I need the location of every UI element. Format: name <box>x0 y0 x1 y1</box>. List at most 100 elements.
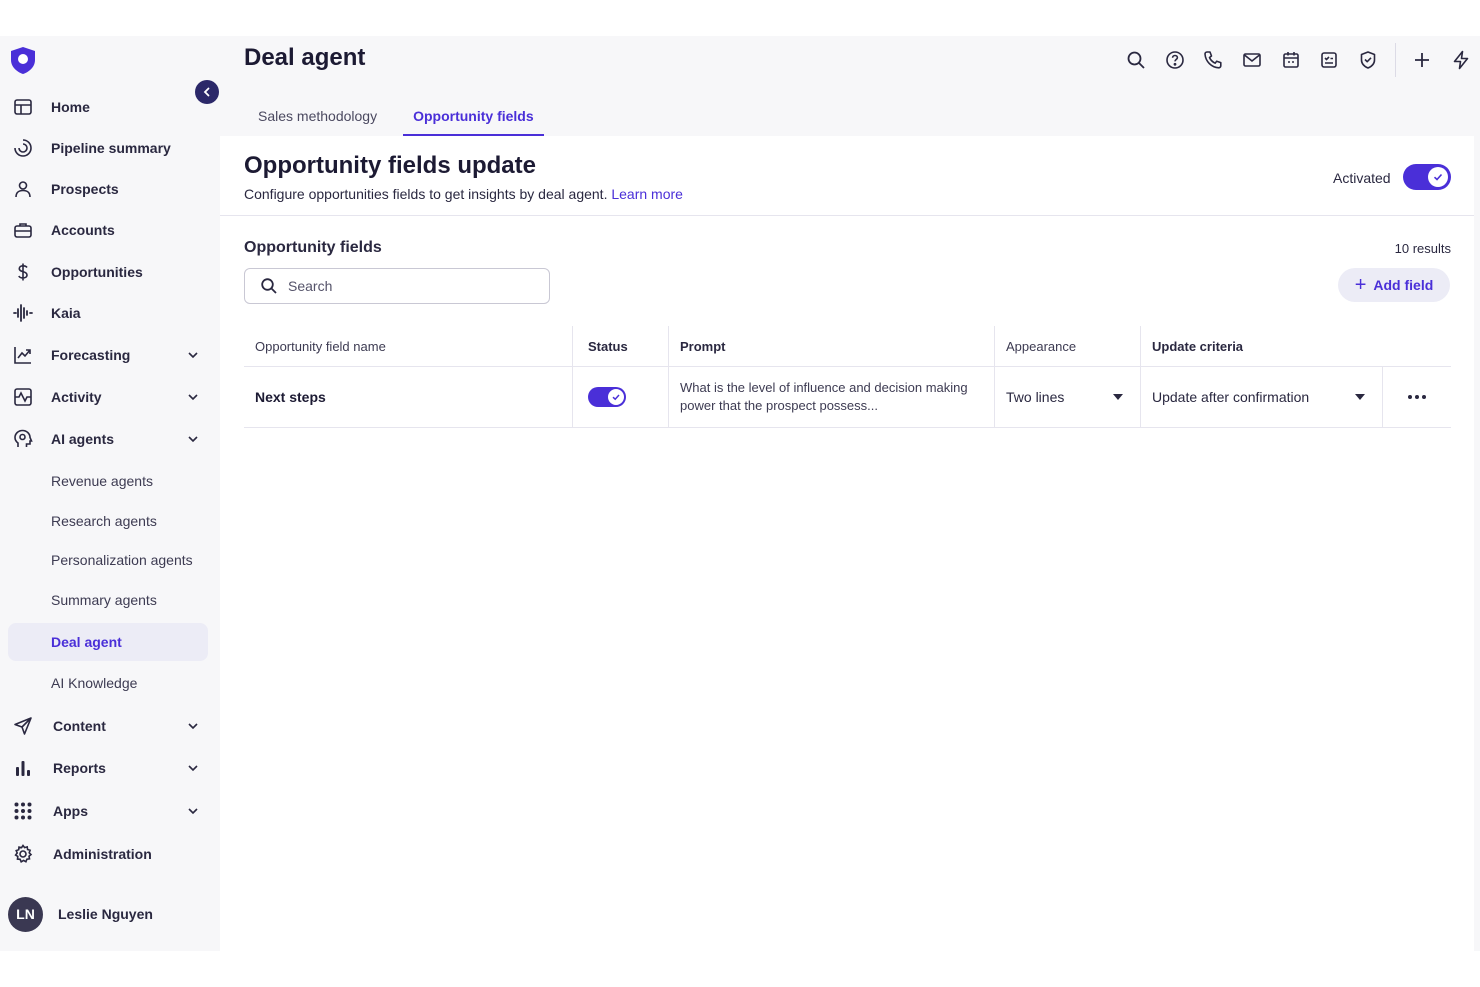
column-header-update-criteria: Update criteria <box>1140 326 1382 366</box>
update-criteria-select[interactable]: Update after confirmation <box>1140 367 1382 427</box>
sidebar-item-label: Apps <box>53 803 88 819</box>
sidebar-item-label: Pipeline summary <box>51 140 171 156</box>
activated-toggle[interactable] <box>1403 164 1451 190</box>
sidebar-item-administration[interactable]: Administration <box>8 835 208 873</box>
table-row[interactable]: Next steps What is the level of influenc… <box>244 367 1451 428</box>
section-description: Configure opportunities fields to get in… <box>244 186 683 202</box>
update-header: Opportunity fields update Configure oppo… <box>220 136 1474 216</box>
sidebar-item-pipeline-summary[interactable]: Pipeline summary <box>8 129 208 167</box>
search-input[interactable] <box>288 278 538 294</box>
description-text: Configure opportunities fields to get in… <box>244 186 608 202</box>
task-icon[interactable] <box>1317 48 1341 72</box>
user-profile[interactable]: LN Leslie Nguyen <box>8 896 153 932</box>
phone-icon[interactable] <box>1201 48 1225 72</box>
caret-down-icon <box>1355 394 1365 400</box>
status-cell <box>572 367 668 427</box>
tab-sales-methodology[interactable]: Sales methodology <box>244 96 391 136</box>
sidebar-item-opportunities[interactable]: Opportunities <box>8 253 208 291</box>
bar-chart-icon <box>12 757 34 779</box>
status-toggle[interactable] <box>588 387 626 407</box>
sidebar-item-label: Activity <box>51 389 102 405</box>
learn-more-link[interactable]: Learn more <box>611 186 683 202</box>
sidebar-item-label: Kaia <box>51 305 81 321</box>
chevron-down-icon <box>188 723 198 730</box>
sidebar-item-accounts[interactable]: Accounts <box>8 211 208 249</box>
field-name: Next steps <box>255 389 326 405</box>
check-icon <box>1433 173 1443 181</box>
sidebar-item-kaia[interactable]: Kaia <box>8 294 208 332</box>
sidebar-item-activity[interactable]: Activity <box>8 378 208 416</box>
sidebar-item-label: Accounts <box>51 222 115 238</box>
column-header-prompt: Prompt <box>668 326 994 366</box>
tab-opportunity-fields[interactable]: Opportunity fields <box>403 96 544 136</box>
column-header-field-name: Opportunity field name <box>255 338 386 354</box>
sidebar-item-ai-agents[interactable]: AI agents <box>8 420 208 458</box>
sidebar-subitem-revenue-agents[interactable]: Revenue agents <box>8 462 208 500</box>
chevron-down-icon <box>188 808 198 815</box>
row-actions-cell <box>1382 367 1451 427</box>
add-field-button[interactable]: + Add field <box>1338 268 1450 302</box>
sidebar-item-label: AI Knowledge <box>51 675 138 691</box>
sidebar-item-label: Opportunities <box>51 264 143 280</box>
main-panel: Opportunity fields update Configure oppo… <box>220 136 1474 951</box>
appearance-value: Two lines <box>1006 389 1065 405</box>
grid-icon <box>12 800 34 822</box>
sidebar-subitem-ai-knowledge[interactable]: AI Knowledge <box>8 664 208 702</box>
calendar-icon[interactable] <box>1279 48 1303 72</box>
plus-icon[interactable] <box>1410 48 1434 72</box>
toolbar-divider <box>1394 43 1396 77</box>
sidebar-item-label: Administration <box>53 846 152 862</box>
check-icon <box>612 394 620 401</box>
caret-down-icon <box>1113 394 1123 400</box>
waveform-icon <box>12 302 34 324</box>
sidebar-item-label: Home <box>51 99 90 115</box>
search-icon[interactable] <box>1124 48 1148 72</box>
section-heading: Opportunity fields update <box>244 152 536 179</box>
sidebar-item-label: Summary agents <box>51 592 157 608</box>
results-count: 10 results <box>1394 241 1451 256</box>
field-name-cell: Next steps <box>244 367 572 427</box>
top-toolbar <box>1124 43 1473 77</box>
more-options-icon[interactable] <box>1408 395 1426 399</box>
sidebar-item-label: Personalization agents <box>51 552 193 568</box>
sidebar-item-reports[interactable]: Reports <box>8 749 208 787</box>
prompt-text: What is the level of influence and decis… <box>680 380 968 413</box>
fields-title: Opportunity fields <box>244 239 382 256</box>
send-icon <box>12 715 34 737</box>
sidebar-item-prospects[interactable]: Prospects <box>8 170 208 208</box>
sidebar-item-label: Research agents <box>51 513 157 529</box>
tab-bar: Sales methodology Opportunity fields <box>244 96 544 136</box>
sidebar-item-forecasting[interactable]: Forecasting <box>8 336 208 374</box>
shield-logo-icon[interactable] <box>9 46 37 74</box>
fields-table: Opportunity field name Status Prompt App… <box>244 326 1451 428</box>
chevron-down-icon <box>188 394 198 401</box>
mail-icon[interactable] <box>1240 48 1264 72</box>
sidebar-item-label: Revenue agents <box>51 473 153 489</box>
appearance-select[interactable]: Two lines <box>994 367 1140 427</box>
dollar-icon <box>12 261 34 283</box>
page-title: Deal agent <box>244 44 366 71</box>
app-window: Home Pipeline summary Prospects Accounts… <box>0 36 1480 951</box>
sidebar-item-apps[interactable]: Apps <box>8 792 208 830</box>
sidebar-subitem-research-agents[interactable]: Research agents <box>8 502 208 540</box>
activated-label: Activated <box>1333 170 1391 186</box>
sidebar-subitem-personalization-agents[interactable]: Personalization agents <box>8 541 208 579</box>
sidebar-subitem-deal-agent[interactable]: Deal agent <box>8 623 208 661</box>
sidebar-item-label: Prospects <box>51 181 119 197</box>
layout-icon <box>12 96 34 118</box>
agent-head-icon <box>12 428 34 450</box>
chevron-down-icon <box>188 765 198 772</box>
person-icon <box>12 178 34 200</box>
activity-icon <box>12 386 34 408</box>
sidebar-item-content[interactable]: Content <box>8 707 208 745</box>
bolt-icon[interactable] <box>1449 48 1473 72</box>
pipeline-icon <box>12 137 34 159</box>
help-icon[interactable] <box>1163 48 1187 72</box>
search-box[interactable] <box>244 268 550 304</box>
column-header-appearance: Appearance <box>994 326 1140 366</box>
sidebar-item-home[interactable]: Home <box>8 88 208 126</box>
sidebar-item-label: Deal agent <box>51 634 122 650</box>
sidebar-subitem-summary-agents[interactable]: Summary agents <box>8 581 208 619</box>
sidebar-item-label: Forecasting <box>51 347 131 363</box>
badge-icon[interactable] <box>1356 48 1380 72</box>
